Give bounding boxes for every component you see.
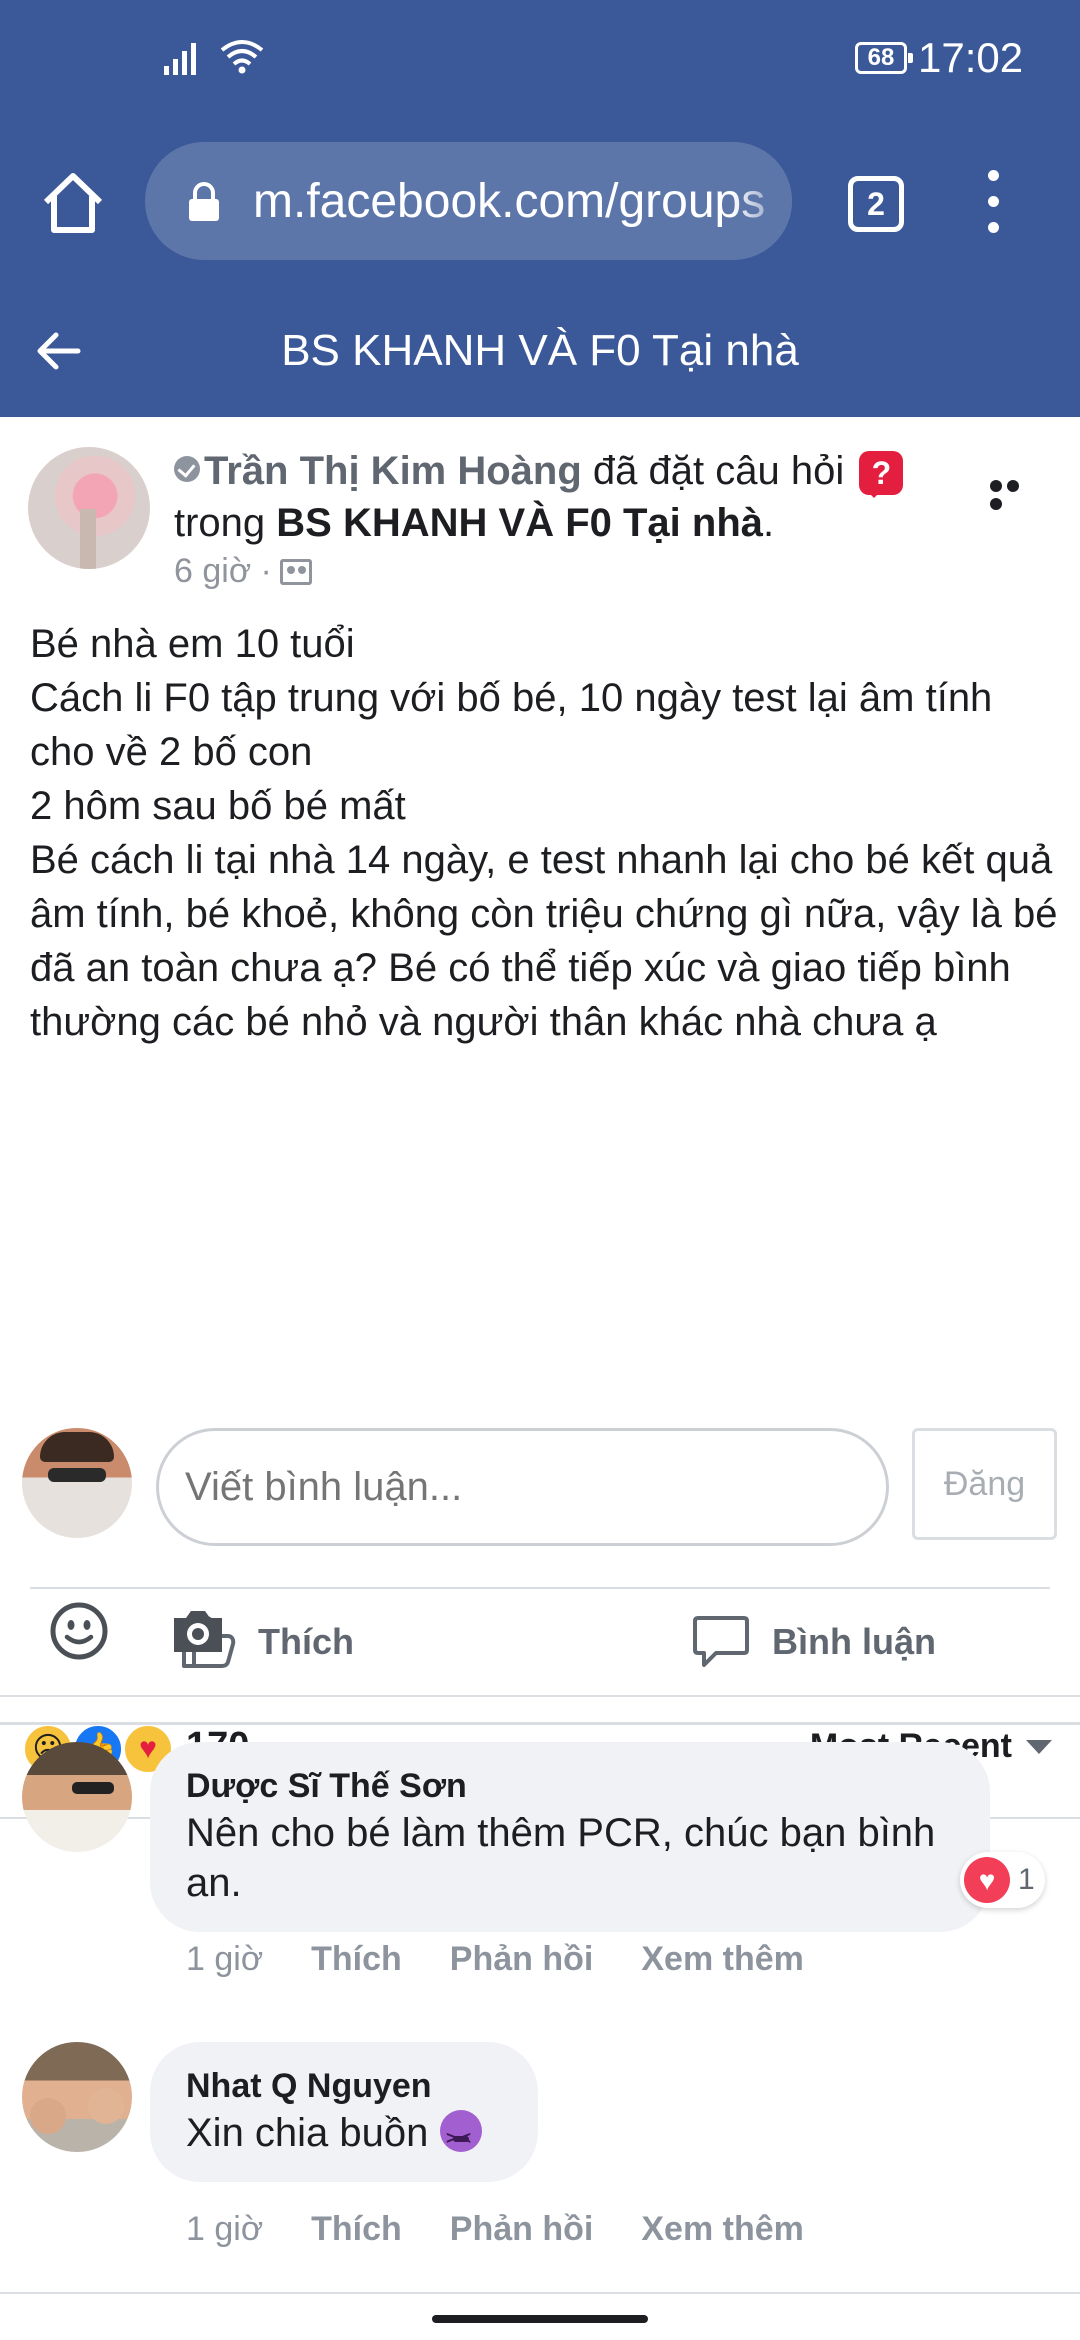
comment-reactions[interactable]: ♥ 1: [960, 1852, 1045, 1908]
wifi-icon: [220, 40, 264, 74]
post-meta: 6 giờ ·: [174, 552, 312, 591]
comment-more-button[interactable]: Xem thêm: [641, 1940, 804, 1979]
comment-time: 1 giờ: [186, 1940, 264, 1978]
author-avatar[interactable]: [28, 447, 150, 569]
emoji-icon[interactable]: [50, 1602, 108, 1660]
comment-actions: 1 giờ Thích Phản hồi Xem thêm: [186, 2210, 852, 2249]
post-more-button[interactable]: [990, 479, 1040, 510]
comment-time: 1 giờ: [186, 2210, 264, 2248]
signal-icon: [164, 43, 196, 75]
group-period: .: [763, 501, 775, 545]
post-group-link[interactable]: BS KHANH VÀ F0 Tại nhà: [276, 501, 763, 545]
comment-reply-button[interactable]: Phản hồi: [450, 2210, 594, 2249]
status-bar: 68 17:02: [0, 0, 1080, 120]
commenter-name[interactable]: Dược Sĩ Thế Sơn: [186, 1764, 954, 1808]
post-header: Trần Thị Kim Hoàng đã đặt câu hỏi ? tron…: [174, 445, 974, 549]
comment-bubble[interactable]: Dược Sĩ Thế Sơn Nên cho bé làm thêm PCR,…: [150, 1742, 990, 1932]
post-action-text: đã đặt câu hỏi: [592, 449, 845, 493]
camera-icon[interactable]: [170, 1606, 226, 1656]
post-body-line: Bé nhà em 10 tuổi: [30, 622, 355, 666]
divider: [0, 2292, 1080, 2294]
comment-composer: Đăng: [0, 1402, 1080, 1720]
group-header: BS KHANH VÀ F0 Tại nhà: [0, 285, 1080, 417]
home-icon[interactable]: [38, 168, 108, 238]
post-body-line: 2 hôm sau bố bé mất: [30, 784, 406, 828]
persevere-emoji-icon: [439, 2110, 482, 2163]
post-body-line: Bé cách li tại nhà 14 ngày, e test nhanh…: [30, 838, 1058, 1044]
address-bar[interactable]: m.facebook.com/groups: [145, 142, 792, 260]
url-fade: [732, 142, 792, 260]
comment-text-line: Xin chia buồn: [186, 2108, 502, 2163]
browser-toolbar: m.facebook.com/groups 2: [0, 120, 1080, 285]
caret-down-icon: [1026, 1739, 1052, 1754]
group-title[interactable]: BS KHANH VÀ F0 Tại nhà: [0, 285, 1080, 417]
divider: [0, 1722, 1080, 1725]
post-body-line: Cách li F0 tập trung với bố bé, 10 ngày …: [30, 676, 993, 774]
tabs-icon[interactable]: 2: [848, 176, 904, 232]
battery-indicator: 68: [855, 42, 913, 74]
comment-bubble[interactable]: Nhat Q Nguyen Xin chia buồn: [150, 2042, 538, 2182]
author-name[interactable]: Trần Thị Kim Hoàng: [204, 449, 582, 493]
comment-like-button[interactable]: Thích: [311, 1940, 402, 1979]
current-user-avatar: [22, 1428, 132, 1538]
post-body: Bé nhà em 10 tuổi Cách li F0 tập trung v…: [30, 617, 1060, 1049]
members-icon: [279, 559, 312, 585]
comment-reaction-count: 1: [1018, 1863, 1035, 1896]
comment-input[interactable]: [156, 1428, 889, 1546]
comment-reply-button[interactable]: Phản hồi: [450, 1940, 594, 1979]
commenter-avatar[interactable]: [22, 1742, 132, 1852]
comment-like-button[interactable]: Thích: [311, 2210, 402, 2249]
commenter-name[interactable]: Nhat Q Nguyen: [186, 2064, 502, 2108]
url-text: m.facebook.com/groups: [253, 175, 766, 228]
lock-icon: [189, 182, 219, 221]
comment-text: Xin chia buồn: [186, 2111, 429, 2155]
comment-actions: 1 giờ Thích Phản hồi Xem thêm: [186, 1940, 852, 1979]
verified-icon: [174, 456, 200, 482]
comment-text: Nên cho bé làm thêm PCR, chúc bạn bình a…: [186, 1811, 936, 1905]
gesture-nav-bar[interactable]: [432, 2315, 648, 2323]
question-icon: ?: [859, 451, 904, 498]
in-word: trong: [174, 501, 266, 545]
browser-chrome: 68 17:02 m.facebook.com/groups 2: [0, 0, 1080, 285]
commenter-avatar[interactable]: [22, 2042, 132, 2152]
overflow-menu-icon[interactable]: [988, 170, 1000, 236]
comment-more-button[interactable]: Xem thêm: [641, 2210, 804, 2249]
love-reaction-icon: ♥: [964, 1857, 1010, 1903]
post-comment-button[interactable]: Đăng: [912, 1428, 1057, 1540]
post-time[interactable]: 6 giờ ·: [174, 552, 272, 590]
status-time: 17:02: [918, 34, 1024, 81]
